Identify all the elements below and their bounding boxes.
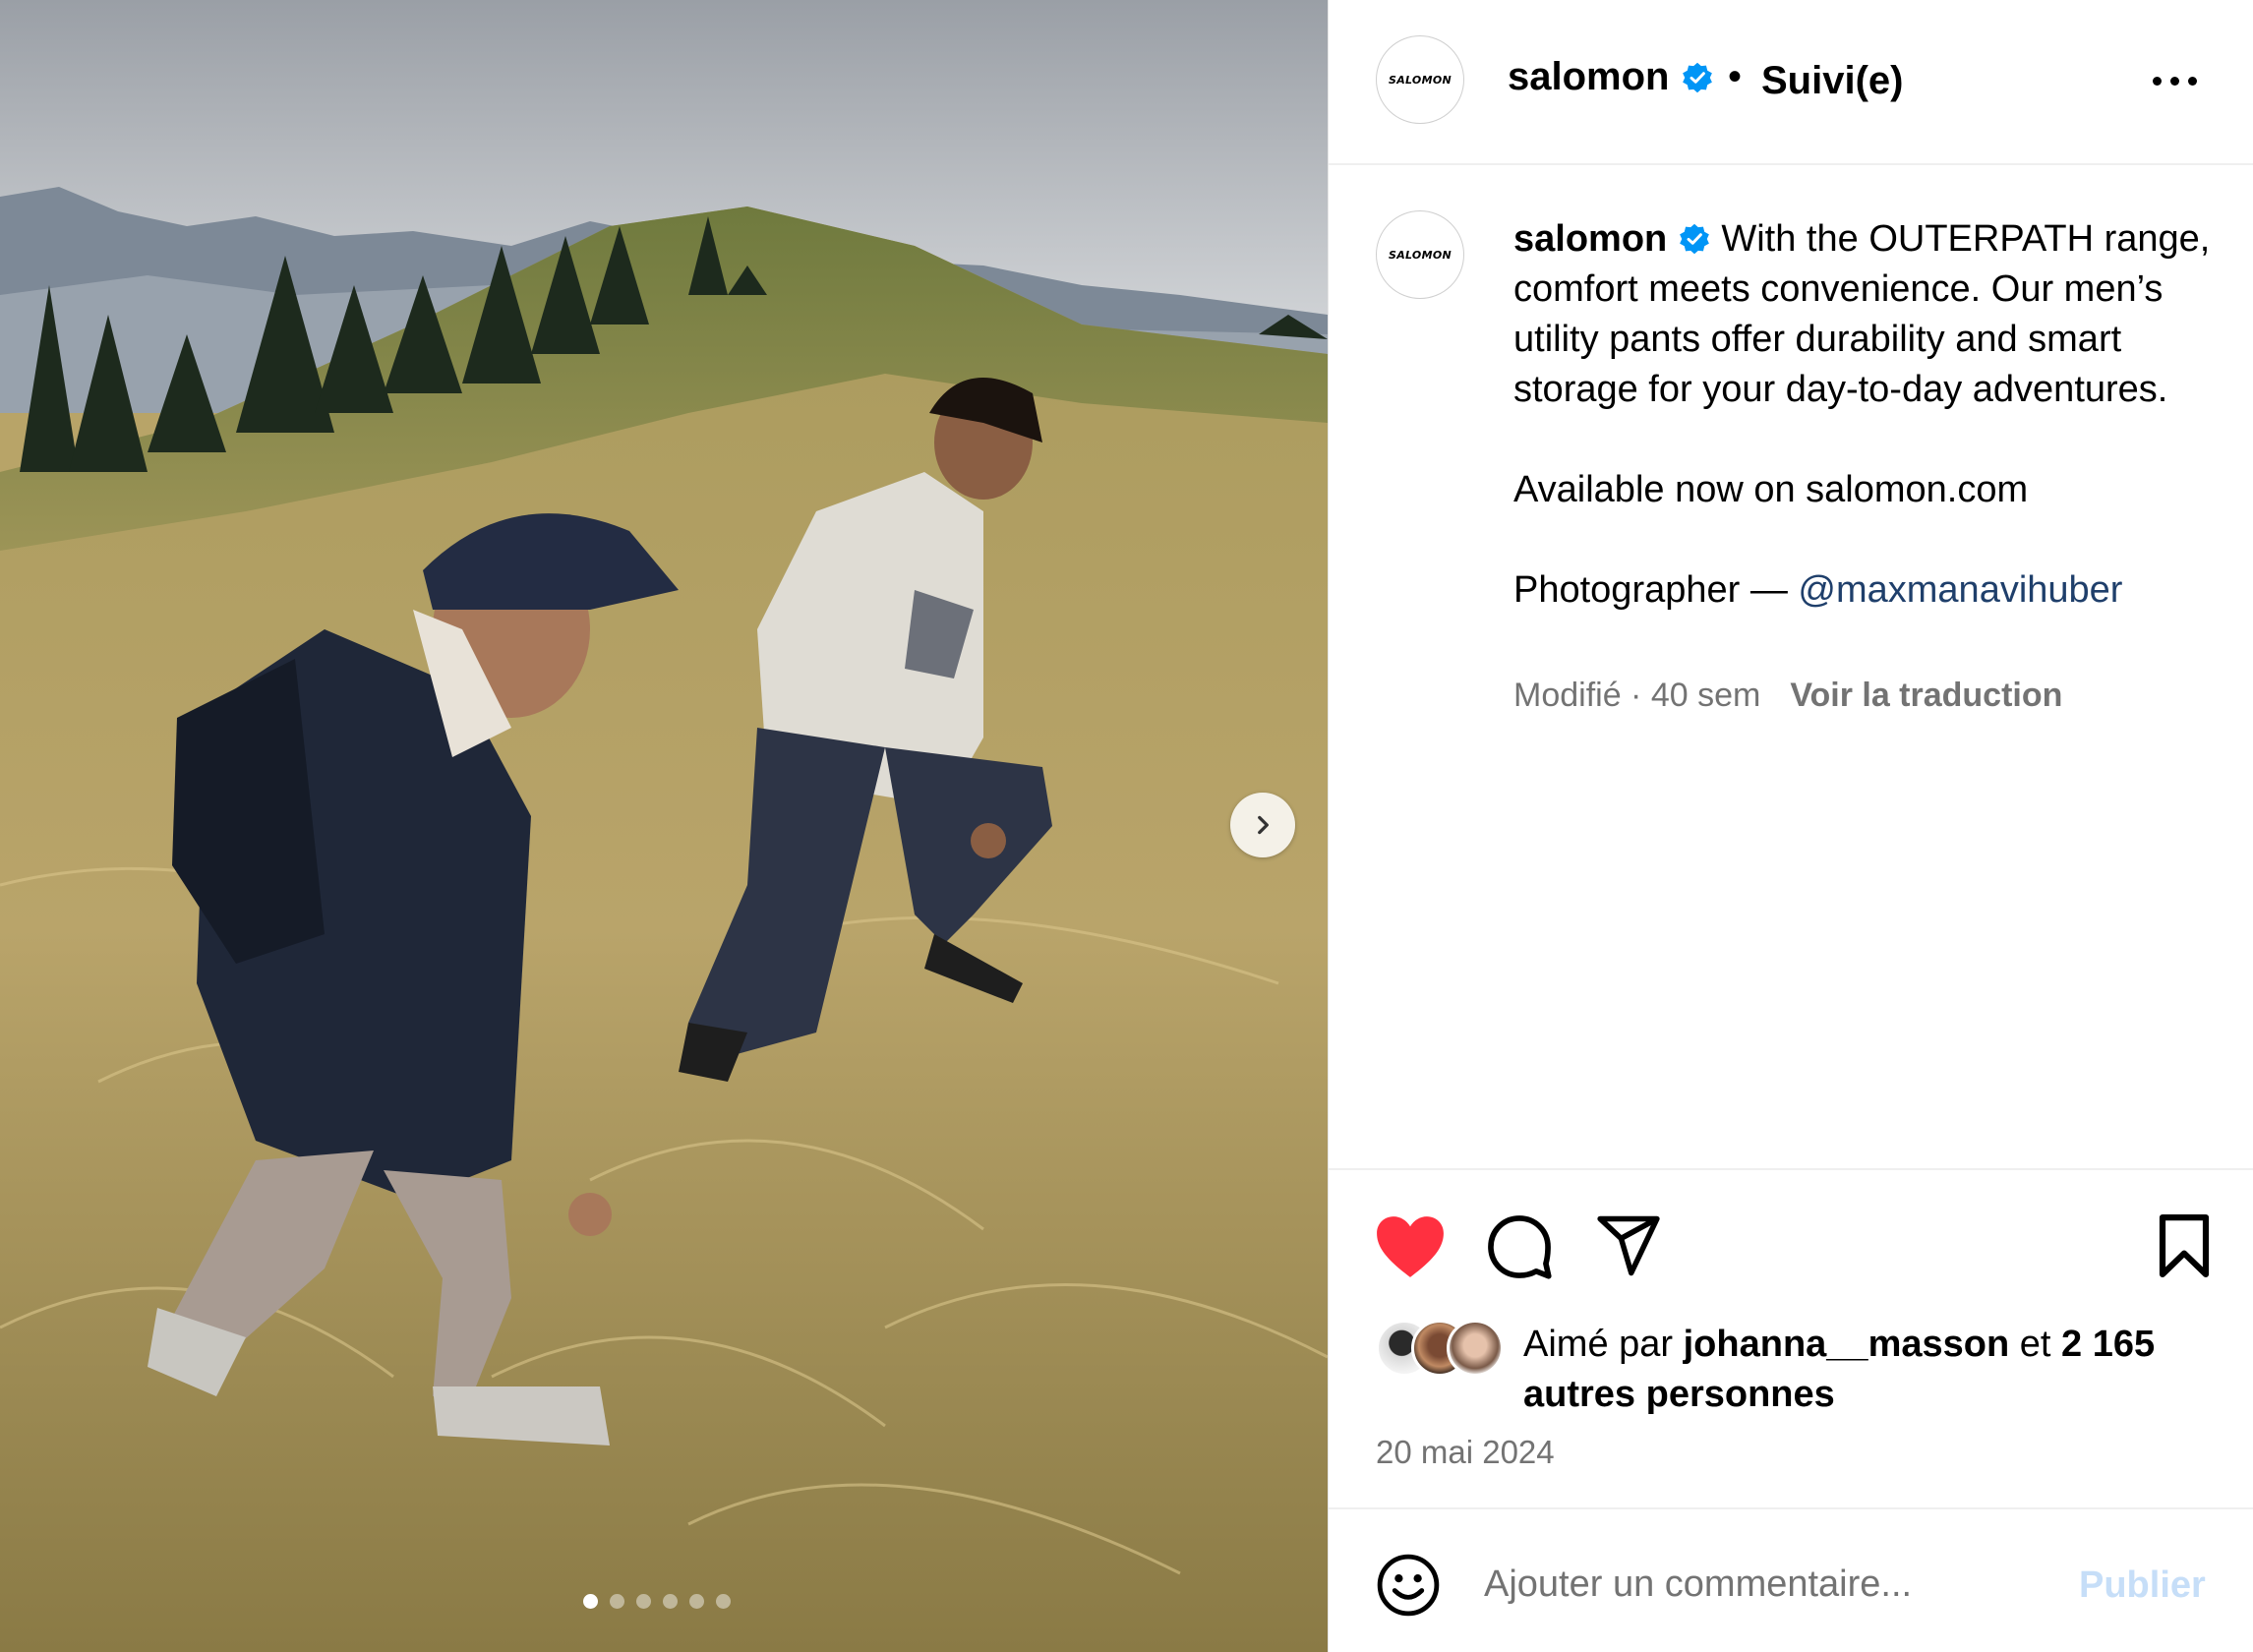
verified-badge-icon — [1682, 62, 1712, 93]
paper-plane-icon[interactable] — [1596, 1213, 1661, 1278]
post-photo[interactable] — [0, 0, 1328, 1652]
carousel-dot — [583, 1594, 598, 1609]
carousel-next-button[interactable] — [1230, 793, 1295, 857]
liker-avatars[interactable] — [1376, 1320, 1523, 1379]
more-horizontal-icon — [2153, 76, 2162, 86]
photographer-mention-link[interactable]: @maxmanavihuber — [1798, 569, 2122, 611]
caption-credit: Photographer — @maxmanavihuber — [1513, 569, 2123, 611]
header-separator: • — [1728, 55, 1743, 98]
smiley-icon[interactable] — [1376, 1553, 1441, 1618]
edited-timestamp: Modifié · 40 sem — [1513, 677, 1761, 714]
carousel-indicator — [583, 1594, 731, 1609]
caption-text: salomon With the OUTERPATH range, comfor… — [1513, 214, 2212, 616]
caption-availability: Available now on salomon.com — [1513, 469, 2029, 510]
heart-filled-icon[interactable] — [1374, 1213, 1447, 1280]
post-actions-section: Aimé par johanna__masson et 2 165 autres… — [1329, 1168, 2253, 1507]
bookmark-icon[interactable] — [2155, 1213, 2214, 1278]
carousel-dot — [663, 1594, 678, 1609]
post-header: SALOMON salomon • Suivi(e) — [1329, 0, 2253, 165]
post-date[interactable]: 20 mai 2024 — [1376, 1434, 1555, 1471]
brand-logo: SALOMON — [1388, 73, 1452, 87]
follow-status-button[interactable]: Suivi(e) — [1761, 59, 1903, 103]
account-username[interactable]: salomon — [1508, 55, 1714, 99]
carousel-dot — [610, 1594, 624, 1609]
carousel-dot — [689, 1594, 704, 1609]
avatar — [1447, 1320, 1504, 1377]
liker-username-link[interactable]: johanna__masson — [1684, 1324, 2010, 1365]
account-avatar[interactable]: SALOMON — [1376, 35, 1464, 124]
more-options-button[interactable] — [2153, 69, 2212, 92]
comment-bubble-icon[interactable] — [1486, 1213, 1553, 1280]
caption-author-avatar[interactable]: SALOMON — [1376, 210, 1464, 299]
caption-meta: Modifié · 40 sem Voir la traduction — [1513, 677, 2062, 715]
comment-input[interactable] — [1484, 1555, 2074, 1614]
carousel-dot — [636, 1594, 651, 1609]
brand-logo: SALOMON — [1388, 248, 1452, 262]
chevron-right-icon — [1258, 815, 1269, 835]
post-caption-section: SALOMON salomon With the OUTERPATH range… — [1329, 165, 2253, 1168]
see-translation-button[interactable]: Voir la traduction — [1790, 677, 2062, 714]
liked-by-text: Aimé par johanna__masson et 2 165 autres… — [1523, 1324, 2156, 1415]
post-details-panel: SALOMON salomon • Suivi(e) SALOMON salom… — [1328, 0, 2253, 1652]
carousel-dot — [716, 1594, 731, 1609]
verified-badge-icon — [1679, 223, 1709, 255]
caption-username[interactable]: salomon — [1513, 218, 1667, 260]
hiking-photo — [0, 0, 1328, 1652]
publish-button[interactable]: Publier — [2079, 1564, 2206, 1607]
comment-bar: Publier — [1329, 1507, 2253, 1652]
